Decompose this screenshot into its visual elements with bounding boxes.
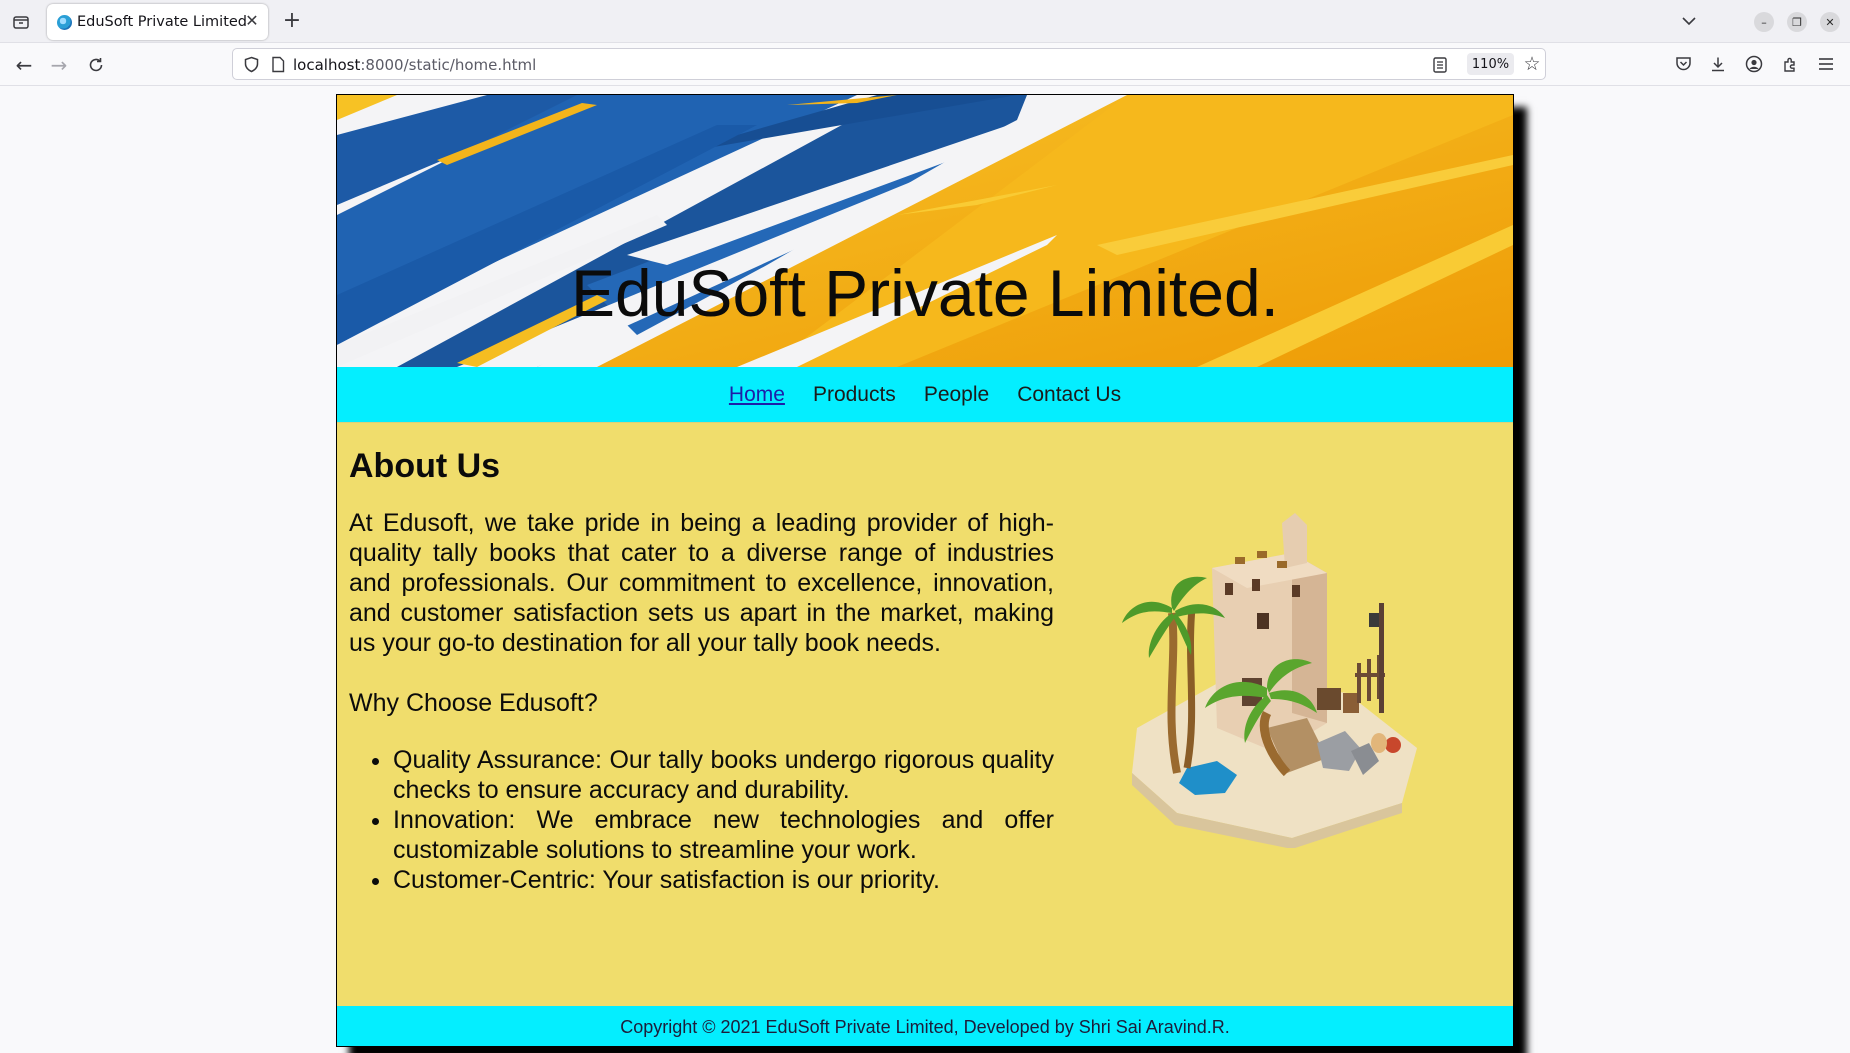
page-container: EduSoft Private Limited. Home Products P… [336,94,1514,1047]
minimize-icon[interactable]: – [1754,12,1774,32]
extensions-icon[interactable] [1779,53,1801,75]
pocket-icon[interactable] [1672,53,1694,75]
feature-item-quality: Quality Assurance: Our tally books under… [393,745,1054,805]
zoom-level-button[interactable]: 110% [1467,53,1514,75]
tab-list-icon[interactable] [10,11,32,33]
account-icon[interactable] [1743,53,1765,75]
tab-title: EduSoft Private Limited [77,14,248,30]
main-content: About Us At Edusoft, we take pride in be… [337,422,1513,1006]
site-navigation: Home Products People Contact Us [337,367,1513,422]
reload-icon[interactable] [84,53,108,77]
feature-item-customer-centric: Customer-Centric: Your satisfaction is o… [393,865,1054,895]
feature-item-innovation: Innovation: We embrace new technologies … [393,805,1054,865]
browser-nav-bar: ← → localhost:8000/static/home.html 110%… [0,43,1850,86]
download-icon[interactable] [1707,53,1729,75]
island-tower-illustration [1122,513,1417,848]
close-window-icon[interactable]: ✕ [1820,12,1840,32]
shield-icon[interactable] [243,56,260,73]
favicon-icon [57,15,72,30]
nav-link-contact-us[interactable]: Contact Us [1017,383,1121,407]
page-icon [272,56,285,73]
header-banner: EduSoft Private Limited. [337,95,1513,367]
forward-arrow-icon[interactable]: → [47,53,71,77]
nav-link-products[interactable]: Products [813,383,896,407]
reader-view-icon[interactable] [1431,56,1449,74]
browser-tab-bar: EduSoft Private Limited ✕ + – ❐ ✕ [0,0,1850,43]
features-list: Quality Assurance: Our tally books under… [393,745,1054,895]
address-bar[interactable]: localhost:8000/static/home.html 110% ☆ [232,48,1546,80]
url-path: :8000/static/home.html [360,56,537,74]
about-paragraph: At Edusoft, we take pride in being a lea… [349,509,1054,657]
site-footer: Copyright © 2021 EduSoft Private Limited… [337,1006,1513,1046]
site-title: EduSoft Private Limited. [570,256,1280,330]
url-host: localhost [293,56,361,74]
menu-hamburger-icon[interactable] [1815,53,1837,75]
nav-link-home[interactable]: Home [729,383,785,407]
url-text[interactable]: localhost:8000/static/home.html [293,56,536,74]
browser-tab[interactable]: EduSoft Private Limited ✕ [47,4,268,40]
close-tab-icon[interactable]: ✕ [243,12,261,30]
restore-icon[interactable]: ❐ [1787,12,1807,32]
nav-link-people[interactable]: People [924,383,989,407]
chevron-down-icon[interactable] [1678,10,1700,32]
back-arrow-icon[interactable]: ← [12,53,36,77]
about-heading: About Us [349,447,501,485]
why-choose-heading: Why Choose Edusoft? [349,689,598,717]
bookmark-star-icon[interactable]: ☆ [1521,53,1543,75]
new-tab-icon[interactable]: + [280,9,304,33]
